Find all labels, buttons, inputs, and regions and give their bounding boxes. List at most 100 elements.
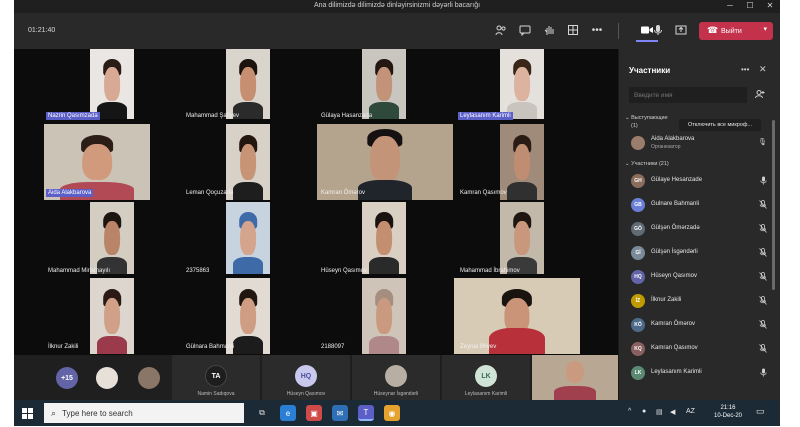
video-tile[interactable] [226, 202, 270, 274]
search-icon: ⌕ [51, 407, 57, 418]
avatar: GÖ [631, 222, 645, 236]
mute-all-button[interactable]: Отключить все микроф... [679, 119, 761, 131]
participant-row[interactable]: İZ İlknur Zakili [629, 291, 771, 311]
mic-off-icon [759, 248, 767, 259]
participant-name: Gülşən Ömərzadə [651, 225, 700, 231]
taskbar-clock[interactable]: 21:16 10-Dec-20 [710, 404, 746, 420]
minimize-icon[interactable]: ─ [720, 1, 740, 10]
title-bar: Ana dilimizdə dilimizdə dinləyirsinizmi … [14, 0, 780, 13]
mic-icon[interactable] [651, 23, 665, 37]
leave-button[interactable]: ☎ Выйти ▾ [699, 22, 773, 40]
share-icon[interactable] [674, 23, 688, 37]
mic-off-icon [759, 224, 767, 235]
section-toggle[interactable]: ⌄ Участники (21) [625, 161, 669, 167]
panel-title: Участники [629, 66, 671, 75]
strip-tile[interactable]: TA Namin Sadıqova [172, 355, 260, 400]
mic-off-icon [759, 344, 767, 355]
self-video-tile[interactable] [532, 355, 618, 400]
participant-name: Leylasanım Karimli [458, 112, 513, 120]
toolbar-divider [618, 23, 619, 39]
participant-name: Gülaya Hasanzada [321, 113, 373, 119]
participant-name: Aida Alakbarova [46, 189, 94, 197]
participant-search-input[interactable] [629, 87, 747, 103]
strip-tile[interactable]: HQ Hüseyn Qasımov [262, 355, 350, 400]
participant-row[interactable]: Gİ Gülşən İsgəndərli [629, 243, 771, 263]
more-icon[interactable]: ••• [741, 65, 749, 74]
notifications-icon[interactable]: ▭ [756, 406, 765, 417]
participants-panel: Участники ••• ✕ ⌄ Выступающие (1) Отключ… [618, 49, 780, 400]
raise-hand-icon[interactable] [542, 23, 556, 37]
participant-name: Hüseyn Qasımov [651, 273, 698, 279]
video-tile[interactable] [500, 202, 544, 274]
avatar: Gİ [631, 246, 645, 260]
video-tile[interactable] [362, 202, 406, 274]
close-icon[interactable]: ✕ [759, 64, 767, 75]
participant-name: Mahammad İbrahimov [460, 268, 520, 274]
panel-scrollbar[interactable] [772, 120, 775, 290]
participant-strip: +15 TA Namin Sadıqova HQ Hüseyn Qasımov … [14, 355, 618, 400]
participant-name: Mahammad Mirismayılı [48, 268, 111, 274]
participant-name: Leylasanım Karimli [651, 369, 702, 375]
participant-name: İlknur Zakili [651, 297, 682, 303]
edge-icon[interactable]: e [280, 405, 296, 421]
participant-row[interactable]: HQ Hüseyn Qasımov [629, 267, 771, 287]
more-icon[interactable]: ••• [590, 23, 604, 37]
participant-name: Nazrin Qasımzada [46, 112, 100, 120]
chat-icon[interactable] [518, 23, 532, 37]
participant-row[interactable]: LK Leylasanım Karimli [629, 363, 771, 383]
strip-tile-name: Hüseynar İsgəndərli [373, 391, 419, 397]
section-toggle[interactable]: ⌄ Выступающие [625, 115, 668, 121]
participant-row[interactable]: Aida Alakbarova Организатор 🎙 [629, 133, 771, 153]
store-icon[interactable]: ▣ [306, 405, 322, 421]
avatar[interactable] [96, 367, 118, 389]
video-tile[interactable] [226, 49, 270, 119]
chevron-down-icon[interactable]: ▾ [763, 25, 767, 33]
participant-name: Kamran Qasımov [460, 190, 507, 196]
mic-off-icon [759, 320, 767, 331]
participant-name: Leman Qoçuzadə [186, 190, 234, 196]
participant-name: İlknur Zakili [48, 344, 79, 350]
video-tile[interactable] [90, 49, 134, 119]
video-tile[interactable] [362, 49, 406, 119]
windows-taskbar: ⌕ Type here to search ⧉ e ▣ ✉ T ◉ ^ ● ▤ … [14, 400, 780, 426]
close-icon[interactable]: ✕ [760, 1, 780, 10]
network-icon[interactable]: ▤ [656, 408, 663, 416]
participant-row[interactable]: GÖ Gülşən Ömərzadə [629, 219, 771, 239]
chevron-up-icon[interactable]: ^ [628, 408, 631, 415]
strip-tile-name: Leylasanım Karimli [464, 391, 508, 397]
task-view-icon[interactable]: ⧉ [254, 405, 270, 421]
video-tile[interactable] [90, 202, 134, 274]
people-icon[interactable] [494, 23, 508, 37]
strip-tile[interactable]: Hüseynar İsgəndərli [352, 355, 440, 400]
more-participants-badge[interactable]: +15 [56, 367, 78, 389]
windows-start-icon[interactable] [20, 406, 34, 420]
participant-row[interactable]: GH Gülaye Hesanzade [629, 171, 771, 191]
avatar: LK [631, 366, 645, 380]
teams-icon[interactable]: T [358, 405, 374, 421]
chevron-down-icon: ⌄ [625, 161, 630, 167]
rooms-icon[interactable] [566, 23, 580, 37]
participant-name: Mahammad Şafiyev [186, 113, 240, 119]
video-tile[interactable] [500, 49, 544, 119]
language-indicator[interactable]: AZ [686, 408, 695, 415]
hang-up-icon: ☎ [707, 25, 719, 35]
participant-row[interactable]: GB Gulnare Bahmanli [629, 195, 771, 215]
video-tile[interactable] [362, 278, 406, 354]
antivirus-icon[interactable]: ● [642, 408, 646, 415]
participants-label: Участники (21) [631, 161, 669, 167]
add-people-icon[interactable] [755, 89, 765, 101]
chevron-down-icon: ⌄ [625, 115, 630, 121]
mail-icon[interactable]: ✉ [332, 405, 348, 421]
avatar: LK [475, 365, 497, 387]
participant-row[interactable]: KÖ Kamran Ömərov [629, 315, 771, 335]
video-tile[interactable] [90, 278, 134, 354]
participant-name: Gülşən İsgəndərli [651, 249, 698, 255]
taskbar-search-box[interactable]: ⌕ Type here to search [44, 403, 244, 423]
avatar[interactable] [138, 367, 160, 389]
volume-icon[interactable]: ◀ [670, 408, 675, 416]
maximize-icon[interactable]: ☐ [740, 1, 760, 10]
strip-tile[interactable]: LK Leylasanım Karimli [442, 355, 530, 400]
participant-row[interactable]: KQ Kamran Qasımov [629, 339, 771, 359]
avatar: HQ [631, 270, 645, 284]
chrome-icon[interactable]: ◉ [384, 405, 400, 421]
